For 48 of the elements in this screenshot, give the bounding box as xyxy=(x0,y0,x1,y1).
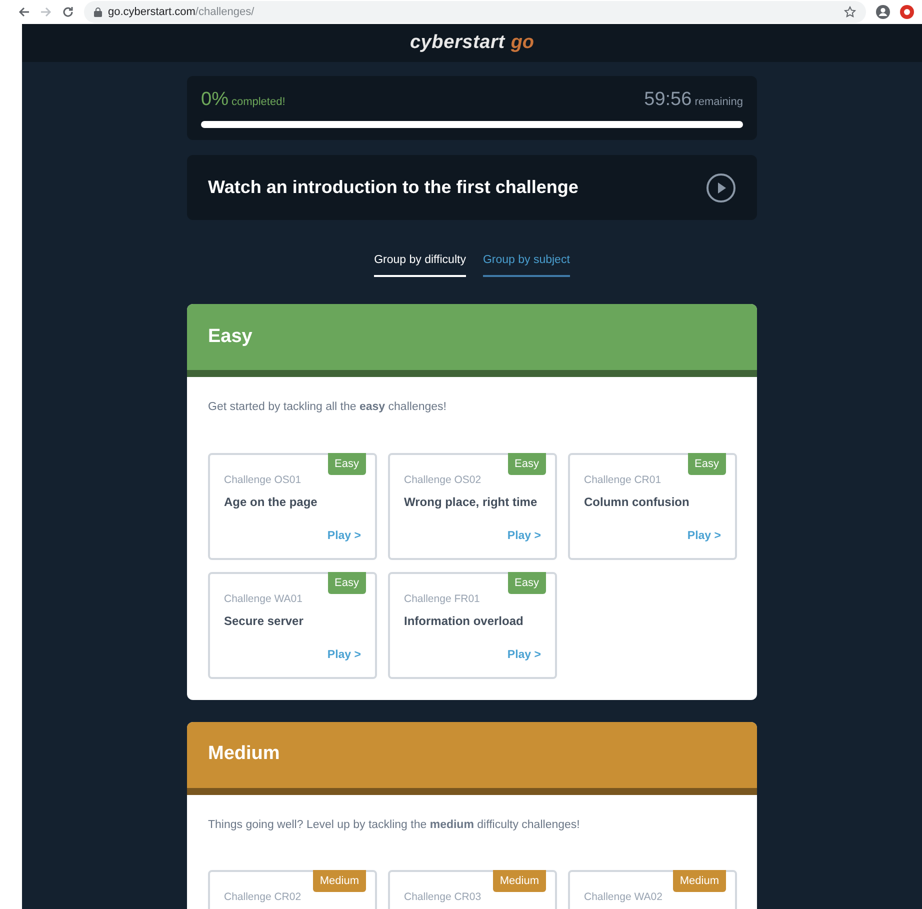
intro-banner[interactable]: Watch an introduction to the first challenge xyxy=(187,155,757,220)
play-icon[interactable] xyxy=(706,172,736,202)
section-description: Things going well? Level up by tackling the medium difficulty challenges! xyxy=(208,818,581,832)
challenge-card[interactable]: Easy Challenge OS01 Age on the page Play > xyxy=(208,452,377,560)
challenge-title: Age on the page xyxy=(224,494,318,512)
challenge-code: Challenge WA02 xyxy=(584,890,664,905)
challenge-title: Information overload xyxy=(404,613,524,630)
challenge-code: Challenge FR01 xyxy=(404,592,481,606)
section-header: Easy xyxy=(187,304,757,370)
logo[interactable]: cyberstart go xyxy=(410,28,534,58)
difficulty-tag: Medium xyxy=(492,870,546,892)
intro-title: Watch an introduction to the first challenge xyxy=(208,176,578,199)
star-icon[interactable] xyxy=(844,6,856,18)
group-tab[interactable]: Group by difficulty xyxy=(374,252,466,278)
difficulty-tag: Medium xyxy=(672,870,726,892)
challenge-code: Challenge OS01 xyxy=(224,472,302,488)
challenge-code: Challenge CR02 xyxy=(224,890,302,905)
group-tab[interactable]: Group by subject xyxy=(482,252,570,278)
challenge-code: Challenge WA01 xyxy=(224,592,304,606)
difficulty-tag: Easy xyxy=(508,452,546,475)
difficulty-tag: Easy xyxy=(688,452,726,475)
challenge-code: Challenge CR01 xyxy=(584,472,662,488)
section-description: Get started by tackling all the easy challenges! xyxy=(208,400,448,416)
challenge-title: Secure server xyxy=(224,613,304,630)
difficulty-tag: Medium xyxy=(312,870,366,892)
back-icon[interactable] xyxy=(18,6,30,18)
account-icon[interactable] xyxy=(876,5,890,19)
difficulty-tag: Easy xyxy=(328,572,366,594)
challenge-card[interactable]: Easy Challenge OS02 Wrong place, right time Play > xyxy=(388,452,557,560)
challenge-title: Wrong place, right time xyxy=(404,494,538,512)
extension-icon[interactable] xyxy=(900,5,914,19)
challenge-code: Challenge OS02 xyxy=(404,472,482,488)
time-remaining: 59:56 xyxy=(644,88,692,112)
time-label: remaining xyxy=(694,95,743,110)
challenge-code: Challenge CR03 xyxy=(404,890,482,905)
section-header: Medium xyxy=(187,722,757,788)
challenge-card[interactable]: Easy Challenge FR01 Information overload Play > xyxy=(388,572,557,678)
url-text: go.cyberstart.com/challenges/ xyxy=(108,4,254,20)
challenge-card[interactable]: Easy Challenge CR01 Column confusion Play > xyxy=(568,452,737,560)
difficulty-tag: Easy xyxy=(328,452,366,475)
percent-complete: 0% xyxy=(201,88,228,112)
challenge-card[interactable]: Easy Challenge WA01 Secure server Play > xyxy=(208,572,377,678)
address-bar[interactable]: go.cyberstart.com/challenges/ xyxy=(84,1,866,23)
challenge-title: Column confusion xyxy=(584,494,690,512)
percent-label: completed! xyxy=(231,95,286,110)
lock-icon xyxy=(94,7,102,17)
reload-icon[interactable] xyxy=(62,6,74,18)
difficulty-tag: Easy xyxy=(508,572,546,594)
